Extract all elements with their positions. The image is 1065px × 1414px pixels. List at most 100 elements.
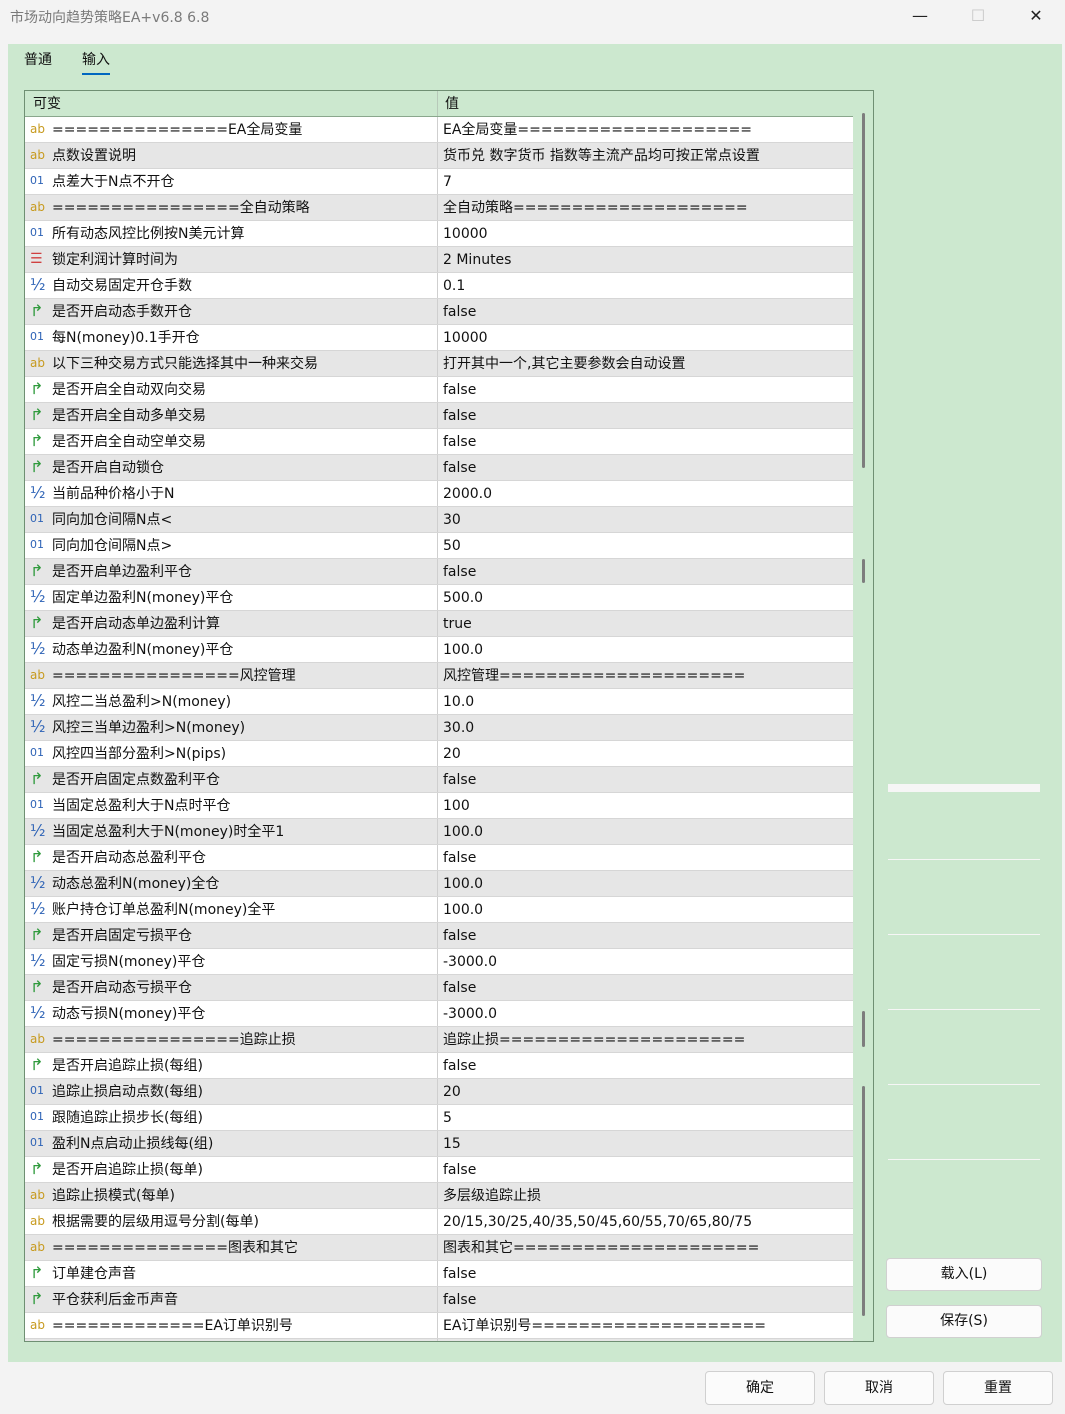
reset-button[interactable]: 重置 — [943, 1371, 1053, 1405]
table-row[interactable]: ab ===============图表和其它 图表和其它=============… — [25, 1235, 853, 1261]
variable-value[interactable]: 30.0 — [443, 715, 851, 740]
variable-value[interactable]: EA全局变量==================== — [443, 117, 851, 142]
table-row[interactable]: ½ 自动交易固定开仓手数 0.1 — [25, 273, 853, 299]
variable-value[interactable]: 2000.0 — [443, 481, 851, 506]
variable-value[interactable]: false — [443, 1261, 851, 1286]
table-row[interactable]: ↱ 是否开启动态手数开仓 false — [25, 299, 853, 325]
variable-value[interactable]: 5 — [443, 1105, 851, 1130]
variable-value[interactable]: 追踪止损===================== — [443, 1027, 851, 1052]
scrollbar-thumb[interactable] — [862, 113, 865, 468]
table-row[interactable]: ↱ 是否开启全自动双向交易 false — [25, 377, 853, 403]
variable-value[interactable]: 100.0 — [443, 897, 851, 922]
table-row[interactable]: 01 点差大于N点不开仓 7 — [25, 169, 853, 195]
variable-value[interactable]: false — [443, 923, 851, 948]
table-row[interactable]: ½ 固定亏损N(money)平仓 -3000.0 — [25, 949, 853, 975]
variable-value[interactable]: -3000.0 — [443, 1001, 851, 1026]
minimize-button[interactable]: — — [891, 0, 949, 32]
table-row[interactable]: ½ 动态单边盈利N(money)平仓 100.0 — [25, 637, 853, 663]
variable-value[interactable]: true — [443, 611, 851, 636]
maximize-button[interactable]: ☐ — [949, 0, 1007, 32]
variable-value[interactable]: 风控管理===================== — [443, 663, 851, 688]
table-row[interactable]: ↱ 订单建仓声音 false — [25, 1261, 853, 1287]
table-row[interactable]: ab ===============EA全局变量 EA全局变量===========… — [25, 117, 853, 143]
variable-value[interactable]: false — [443, 1157, 851, 1182]
table-row[interactable]: ↱ 是否开启固定点数盈利平仓 false — [25, 767, 853, 793]
variable-value[interactable]: false — [443, 559, 851, 584]
table-row[interactable]: ½ 动态总盈利N(money)全仓 100.0 — [25, 871, 853, 897]
table-row[interactable]: ↱ 是否开启固定亏损平仓 false — [25, 923, 853, 949]
variable-value[interactable]: 0.1 — [443, 273, 851, 298]
variable-value[interactable]: -3000.0 — [443, 949, 851, 974]
variable-value[interactable]: false — [443, 403, 851, 428]
variable-value[interactable]: 2 Minutes — [443, 247, 851, 272]
table-row[interactable]: ↱ 是否开启动态总盈利平仓 false — [25, 845, 853, 871]
variable-value[interactable]: false — [443, 975, 851, 1000]
save-button[interactable]: 保存(S) — [886, 1305, 1042, 1338]
variable-value[interactable]: 10.0 — [443, 689, 851, 714]
table-row[interactable]: ab =============EA订单识别号 EA订单识别号===========… — [25, 1313, 853, 1339]
table-row[interactable]: ↱ 平仓获利后金币声音 false — [25, 1287, 853, 1313]
variable-value[interactable]: 7 — [443, 169, 851, 194]
table-row[interactable]: 01 同向加仓间隔N点> 50 — [25, 533, 853, 559]
tab-common[interactable]: 普通 — [24, 49, 52, 69]
table-row[interactable]: ½ 风控三当单边盈利>N(money) 30.0 — [25, 715, 853, 741]
table-row[interactable]: 01 当固定总盈利大于N点时平仓 100 — [25, 793, 853, 819]
table-row[interactable]: 01 追踪止损启动点数(每组) 20 — [25, 1079, 853, 1105]
close-button[interactable]: ✕ — [1007, 0, 1065, 32]
table-row[interactable]: ab 追踪止损模式(每单) 多层级追踪止损 — [25, 1183, 853, 1209]
variable-value[interactable]: 图表和其它===================== — [443, 1235, 851, 1260]
variable-value[interactable]: false — [443, 1287, 851, 1312]
variable-value[interactable]: 100.0 — [443, 871, 851, 896]
variable-value[interactable]: false — [443, 455, 851, 480]
table-row[interactable]: ↱ 是否开启单边盈利平仓 false — [25, 559, 853, 585]
variable-value[interactable]: 50 — [443, 533, 851, 558]
table-row[interactable]: ½ 动态亏损N(money)平仓 -3000.0 — [25, 1001, 853, 1027]
table-row[interactable]: ½ 当前品种价格小于N 2000.0 — [25, 481, 853, 507]
variable-value[interactable]: false — [443, 767, 851, 792]
variable-value[interactable]: false — [443, 377, 851, 402]
table-row[interactable]: ab ================全自动策略 全自动策略============… — [25, 195, 853, 221]
table-row[interactable]: 01 盈利N点启动止损线每(组) 15 — [25, 1131, 853, 1157]
tab-inputs[interactable]: 输入 — [82, 49, 110, 75]
variable-value[interactable]: false — [443, 1053, 851, 1078]
variable-value[interactable]: 100.0 — [443, 637, 851, 662]
table-row[interactable]: 01魔术号... 88888 — [25, 1339, 853, 1341]
variable-value[interactable]: 20 — [443, 1079, 851, 1104]
vertical-scrollbar[interactable] — [853, 91, 873, 1341]
variable-value[interactable]: 10000 — [443, 221, 851, 246]
variable-value[interactable]: 500.0 — [443, 585, 851, 610]
variable-value[interactable]: 100 — [443, 793, 851, 818]
variable-value[interactable]: 货币兑 数字货币 指数等主流产品均可按正常点设置 — [443, 143, 851, 168]
table-row[interactable]: 01 同向加仓间隔N点< 30 — [25, 507, 853, 533]
ok-button[interactable]: 确定 — [705, 1371, 815, 1405]
variable-value[interactable]: 30 — [443, 507, 851, 532]
table-row[interactable]: ↱ 是否开启动态亏损平仓 false — [25, 975, 853, 1001]
table-row[interactable]: 01 每N(money)0.1手开仓 10000 — [25, 325, 853, 351]
variable-value[interactable]: EA订单识别号==================== — [443, 1313, 851, 1338]
table-row[interactable]: ↱ 是否开启全自动多单交易 false — [25, 403, 853, 429]
variable-value[interactable]: 88888 — [443, 1339, 851, 1341]
table-row[interactable]: ½ 固定单边盈利N(money)平仓 500.0 — [25, 585, 853, 611]
variable-value[interactable]: 20/15,30/25,40/35,50/45,60/55,70/65,80/7… — [443, 1209, 851, 1234]
table-row[interactable]: ab ================追踪止损 追踪止损==============… — [25, 1027, 853, 1053]
table-row[interactable]: ↱ 是否开启自动锁仓 false — [25, 455, 853, 481]
variable-value[interactable]: 打开其中一个,其它主要参数会自动设置 — [443, 351, 851, 376]
variable-value[interactable]: 全自动策略==================== — [443, 195, 851, 220]
table-row[interactable]: 01 所有动态风控比例按N美元计算 10000 — [25, 221, 853, 247]
cancel-button[interactable]: 取消 — [824, 1371, 934, 1405]
variable-value[interactable]: false — [443, 845, 851, 870]
table-row[interactable]: 01 风控四当部分盈利>N(pips) 20 — [25, 741, 853, 767]
header-variable[interactable]: 可变 — [25, 91, 61, 116]
table-row[interactable]: ½ 当固定总盈利大于N(money)时全平1 100.0 — [25, 819, 853, 845]
variable-value[interactable]: 多层级追踪止损 — [443, 1183, 851, 1208]
header-value[interactable]: 值 — [437, 91, 459, 116]
variable-value[interactable]: 20 — [443, 741, 851, 766]
table-row[interactable]: ↱ 是否开启追踪止损(每单) false — [25, 1157, 853, 1183]
table-row[interactable]: 01 跟随追踪止损步长(每组) 5 — [25, 1105, 853, 1131]
variable-value[interactable]: 10000 — [443, 325, 851, 350]
table-row[interactable]: ab 根据需要的层级用逗号分割(每单) 20/15,30/25,40/35,50/4… — [25, 1209, 853, 1235]
load-button[interactable]: 载入(L) — [886, 1258, 1042, 1291]
table-row[interactable]: ab ================风控管理 风控管理==============… — [25, 663, 853, 689]
table-row[interactable]: ↱ 是否开启全自动空单交易 false — [25, 429, 853, 455]
variable-value[interactable]: false — [443, 429, 851, 454]
